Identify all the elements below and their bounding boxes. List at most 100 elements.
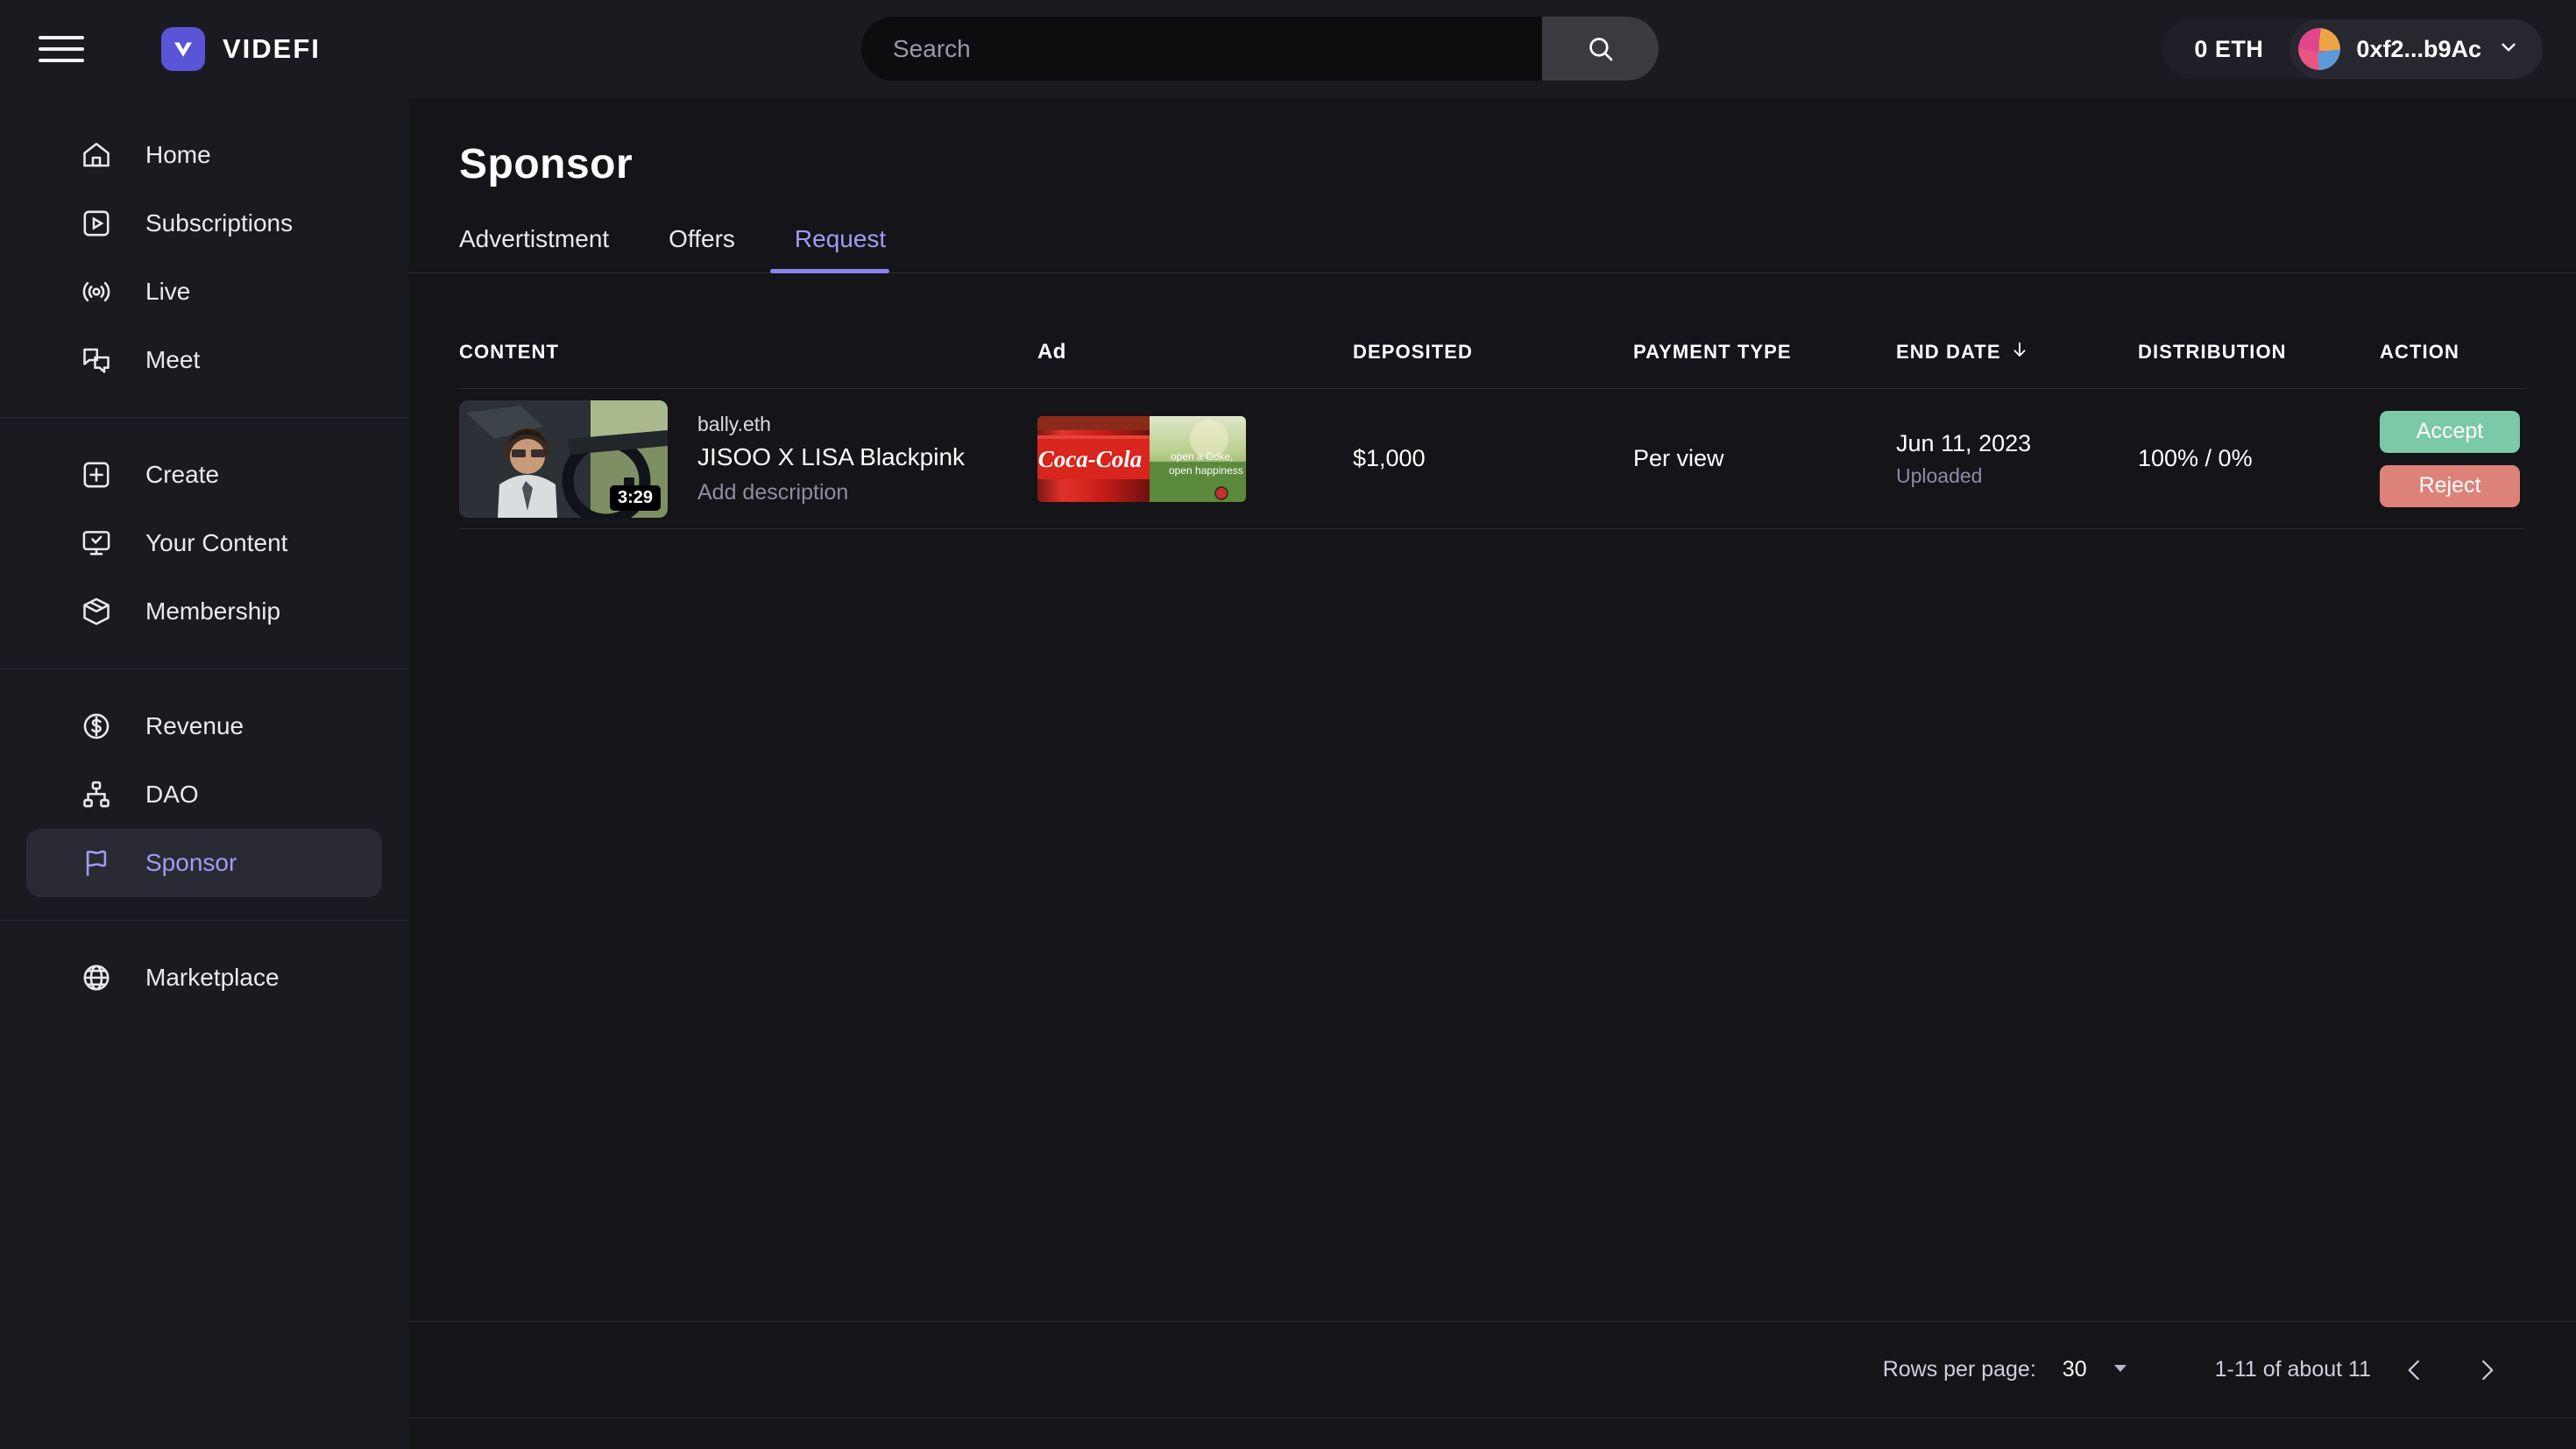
sidebar-item-sponsor[interactable]: Sponsor bbox=[26, 829, 382, 897]
tab-label: Request bbox=[794, 225, 887, 252]
add-description-link[interactable]: Add description bbox=[697, 480, 965, 505]
sidebar-item-label: Your Content bbox=[145, 529, 288, 556]
sidebar-item-marketplace[interactable]: Marketplace bbox=[26, 944, 382, 1012]
sidebar-item-subscriptions[interactable]: Subscriptions bbox=[26, 189, 382, 258]
requests-table: CONTENT Ad DEPOSITED PAYMENT TYPE END DA… bbox=[408, 315, 2576, 529]
sidebar-item-label: Home bbox=[145, 141, 211, 168]
chevron-left-icon[interactable] bbox=[2387, 1342, 2443, 1398]
sidebar-item-label: DAO bbox=[145, 781, 199, 808]
search-input[interactable] bbox=[861, 17, 1542, 81]
dollar-circle-icon bbox=[75, 705, 117, 747]
svg-text:Coca-Cola: Coca-Cola bbox=[1038, 446, 1143, 472]
wallet-address: 0xf2...b9Ac bbox=[2356, 35, 2481, 62]
sidebar-item-label: Meet bbox=[145, 346, 201, 373]
column-header-end-date[interactable]: END DATE bbox=[1896, 340, 2138, 364]
search-button[interactable] bbox=[1542, 17, 1659, 81]
sidebar-group-2: Create Your Content Membership bbox=[0, 418, 408, 668]
column-header-action: ACTION bbox=[2380, 340, 2459, 363]
deposited-value: $1,000 bbox=[1353, 445, 1426, 471]
tab-offers[interactable]: Offers bbox=[644, 225, 760, 272]
flag-icon bbox=[75, 842, 117, 884]
tab-label: Advertistment bbox=[459, 225, 610, 252]
eth-balance: 0 ETH bbox=[2194, 35, 2264, 62]
end-date-cell: Jun 11, 2023 Uploaded bbox=[1896, 430, 2138, 488]
column-header-ad[interactable]: Ad bbox=[1037, 340, 1353, 364]
content-meta: bally.eth JISOO X LISA Blackpink Add des… bbox=[697, 413, 965, 505]
table-header-row: CONTENT Ad DEPOSITED PAYMENT TYPE END DA… bbox=[459, 315, 2525, 389]
tab-label: Offers bbox=[669, 225, 735, 252]
distribution-value: 100% / 0% bbox=[2138, 445, 2253, 471]
sidebar-group-4: Marketplace bbox=[0, 921, 408, 1035]
hamburger-line bbox=[39, 47, 84, 51]
sidebar-item-your-content[interactable]: Your Content bbox=[26, 509, 382, 577]
monitor-check-icon bbox=[75, 522, 117, 564]
hamburger-line bbox=[39, 59, 84, 62]
page-title: Sponsor bbox=[459, 141, 633, 187]
sidebar-item-membership[interactable]: Membership bbox=[26, 577, 382, 646]
column-header-label: END DATE bbox=[1896, 340, 2001, 363]
tab-advertistment[interactable]: Advertistment bbox=[459, 225, 633, 272]
brand-logo[interactable]: VIDEFI bbox=[161, 27, 321, 71]
hierarchy-icon bbox=[75, 774, 117, 816]
hamburger-icon[interactable] bbox=[39, 32, 84, 67]
wallet-chip[interactable]: 0xf2...b9Ac bbox=[2289, 19, 2543, 79]
ad-thumbnail[interactable]: Coca-Cola open a Coke, open happiness bbox=[1037, 415, 1246, 502]
sidebar-item-label: Live bbox=[145, 278, 191, 305]
column-header-deposited[interactable]: DEPOSITED bbox=[1353, 341, 1633, 364]
column-header-content[interactable]: CONTENT bbox=[459, 341, 1037, 364]
sidebar-item-label: Marketplace bbox=[145, 964, 280, 991]
sidebar: Home Subscriptions Live Meet Create Your… bbox=[0, 98, 408, 1449]
videfi-mark-icon bbox=[161, 27, 205, 71]
tab-request[interactable]: Request bbox=[769, 225, 910, 273]
avatar bbox=[2298, 28, 2341, 70]
rows-per-page-label: Rows per page: bbox=[1882, 1357, 2036, 1382]
wallet-group: 0 ETH 0xf2...b9Ac bbox=[2162, 19, 2543, 79]
end-date-status: Uploaded bbox=[1896, 463, 1983, 487]
bottom-strip bbox=[408, 1417, 2576, 1449]
sidebar-item-label: Create bbox=[145, 461, 220, 488]
chevron-down-icon[interactable] bbox=[2497, 36, 2520, 63]
sidebar-group-1: Home Subscriptions Live Meet bbox=[0, 98, 408, 417]
home-icon bbox=[75, 134, 117, 176]
brand-name: VIDEFI bbox=[223, 33, 321, 64]
sidebar-item-label: Sponsor bbox=[145, 849, 237, 876]
sidebar-item-create[interactable]: Create bbox=[26, 441, 382, 509]
distribution-cell: 100% / 0% bbox=[2138, 445, 2380, 472]
search-bar[interactable] bbox=[861, 17, 1659, 81]
sidebar-item-label: Subscriptions bbox=[145, 209, 294, 237]
caret-down-icon[interactable] bbox=[2110, 1357, 2131, 1383]
svg-text:open a Coke,: open a Coke, bbox=[1171, 450, 1233, 463]
duration-badge: 3:29 bbox=[609, 484, 661, 511]
rows-per-page-value[interactable]: 30 bbox=[2063, 1357, 2087, 1382]
content-cell: 3:29 bally.eth JISOO X LISA Blackpink Ad… bbox=[459, 399, 1037, 518]
sidebar-item-meet[interactable]: Meet bbox=[26, 326, 382, 394]
end-date-value: Jun 11, 2023 bbox=[1896, 429, 2032, 456]
top-bar: VIDEFI 0 ETH 0xf bbox=[0, 0, 2576, 98]
chat-bubbles-icon bbox=[75, 339, 117, 381]
plus-square-icon bbox=[75, 454, 117, 496]
sidebar-item-label: Membership bbox=[145, 597, 281, 625]
svg-text:open happiness: open happiness bbox=[1169, 464, 1243, 477]
content-title: JISOO X LISA Blackpink bbox=[697, 442, 966, 470]
payment-type-value: Per view bbox=[1633, 445, 1724, 471]
sidebar-group-3: Revenue DAO Sponsor bbox=[0, 669, 408, 920]
channel-name: bally.eth bbox=[697, 412, 771, 435]
broadcast-icon bbox=[75, 271, 117, 313]
column-header-payment-type[interactable]: PAYMENT TYPE bbox=[1633, 341, 1896, 364]
main-content: Sponsor Advertistment Offers Request CON… bbox=[408, 98, 2576, 1449]
sidebar-item-revenue[interactable]: Revenue bbox=[26, 692, 382, 760]
payment-type-cell: Per view bbox=[1633, 445, 1896, 472]
chevron-right-icon[interactable] bbox=[2459, 1342, 2515, 1398]
column-header-distribution[interactable]: DISTRIBUTION bbox=[2138, 341, 2380, 364]
pagination-bar: Rows per page: 30 1-11 of about 11 bbox=[408, 1321, 2576, 1417]
sidebar-item-label: Revenue bbox=[145, 712, 244, 739]
accept-button[interactable]: Accept bbox=[2380, 410, 2520, 453]
reject-button[interactable]: Reject bbox=[2380, 464, 2520, 507]
ad-cell: Coca-Cola open a Coke, open happiness bbox=[1037, 415, 1353, 502]
sidebar-item-home[interactable]: Home bbox=[26, 121, 382, 189]
table-row[interactable]: 3:29 bally.eth JISOO X LISA Blackpink Ad… bbox=[459, 389, 2525, 529]
content-thumbnail[interactable]: 3:29 bbox=[459, 399, 668, 518]
box-icon bbox=[75, 590, 117, 633]
sidebar-item-live[interactable]: Live bbox=[26, 258, 382, 326]
sidebar-item-dao[interactable]: DAO bbox=[26, 760, 382, 829]
